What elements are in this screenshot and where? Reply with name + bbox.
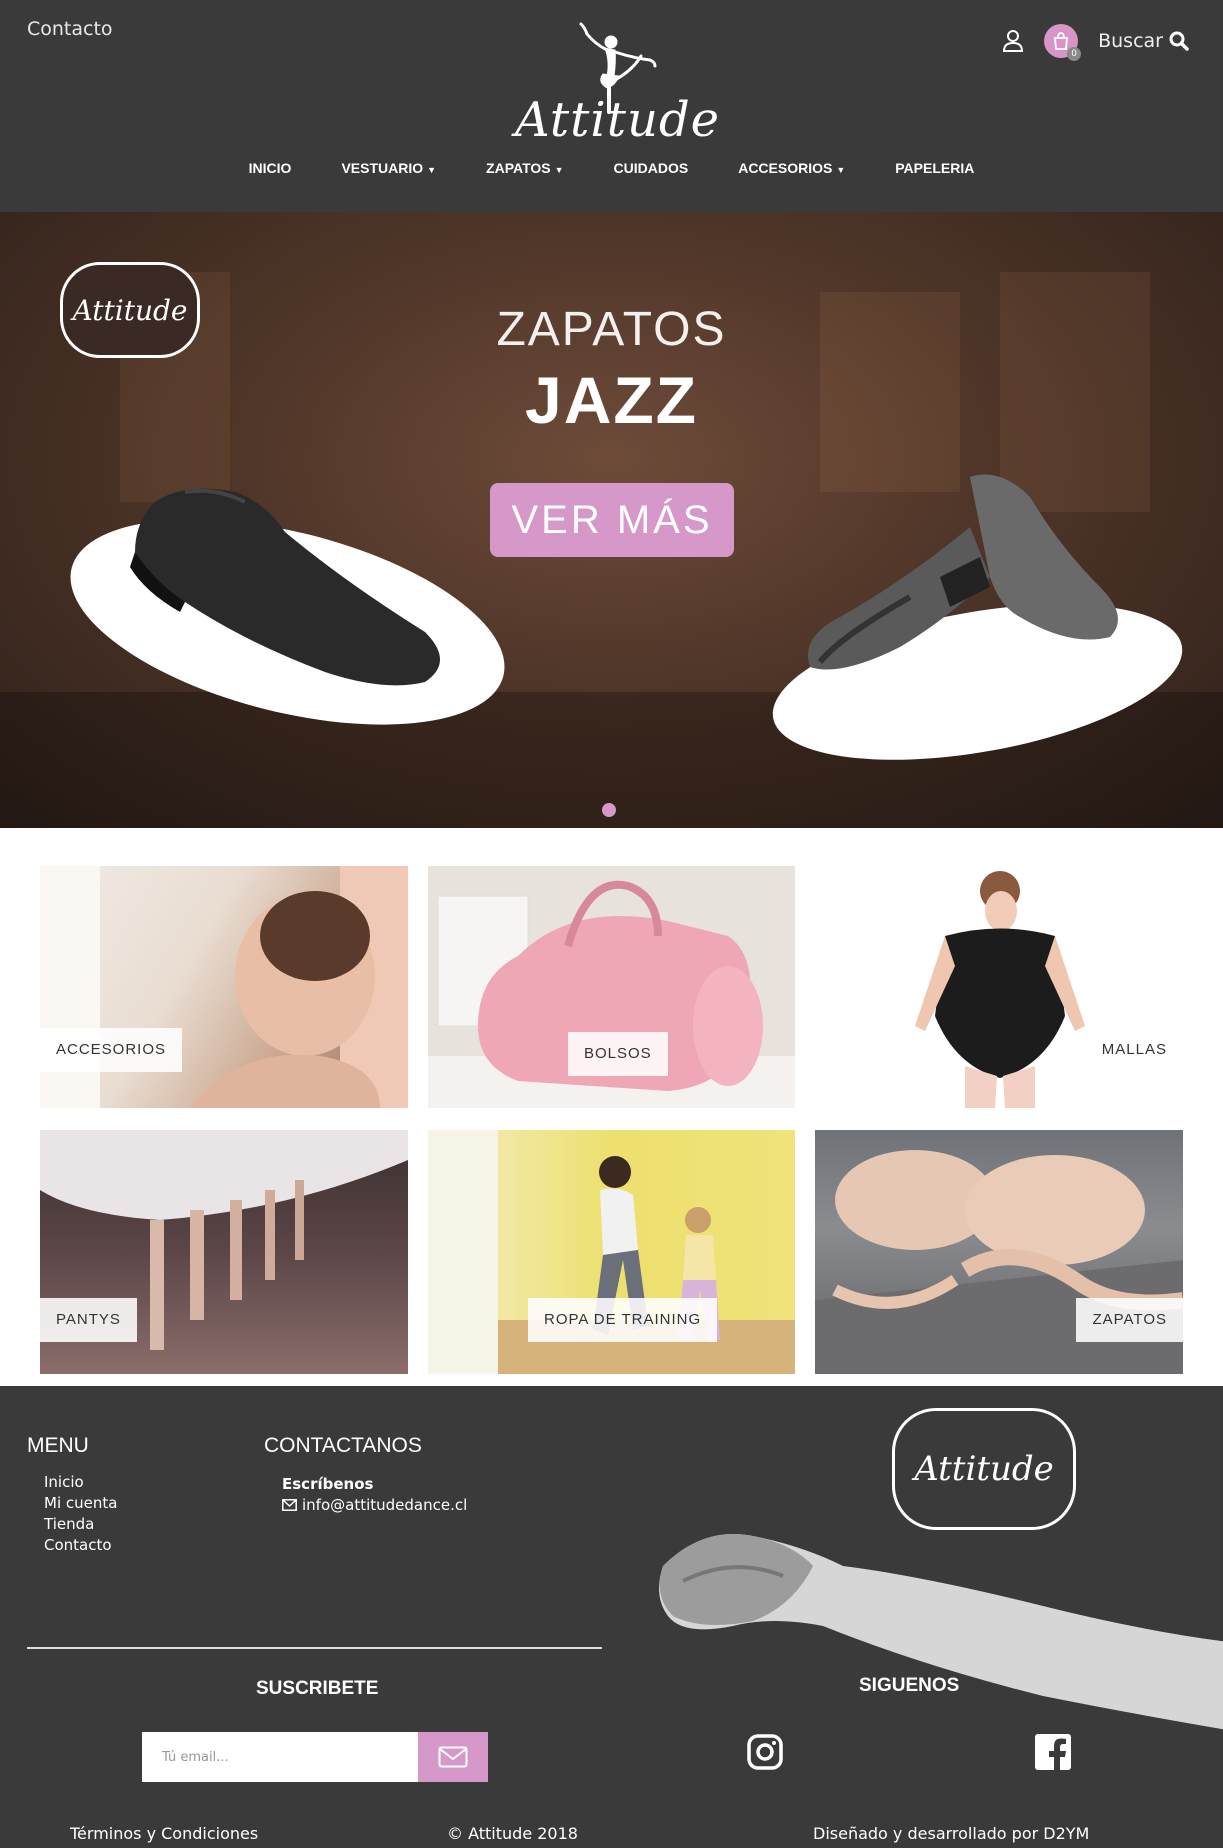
category-label: MALLAS: [1101, 1041, 1167, 1058]
nav-label: PAPELERIA: [895, 160, 975, 176]
category-tile-zapatos[interactable]: ZAPATOS: [815, 1130, 1183, 1374]
caret-down-icon: ▼: [554, 165, 564, 175]
search-button[interactable]: Buscar: [1098, 30, 1189, 52]
contacto-link[interactable]: Contacto: [27, 18, 113, 40]
subscribe-heading: SUSCRIBETE: [256, 1678, 379, 1699]
menu-heading: MENU: [27, 1434, 89, 1457]
category-label: PANTYS: [40, 1298, 137, 1342]
jazz-shoe-left-image: [130, 488, 440, 686]
follow-heading: SIGUENOS: [859, 1675, 960, 1696]
ballet-leg-image: [659, 1534, 1223, 1730]
hero-title-line2: JAZZ: [525, 363, 698, 437]
caret-down-icon: ▼: [427, 165, 437, 175]
category-tile-mallas[interactable]: MALLAS: [815, 866, 1183, 1108]
search-icon: [1169, 31, 1189, 51]
nav-item-vestuario[interactable]: VESTUARIO ▼: [316, 160, 461, 176]
category-label: ZAPATOS: [1076, 1298, 1183, 1342]
footer-logo: Attitude: [892, 1408, 1076, 1530]
main-nav: INICIO VESTUARIO ▼ ZAPATOS ▼ CUIDADOS ACCE…: [0, 160, 1223, 176]
carousel-dot[interactable]: [602, 803, 616, 817]
contact-email-link[interactable]: info@attitudedance.cl: [282, 1496, 467, 1514]
nav-label: CUIDADOS: [613, 160, 689, 176]
site-footer: MENU Inicio Mi cuenta Tienda Contacto CO…: [0, 1386, 1223, 1848]
cart-button[interactable]: 0: [1044, 24, 1082, 61]
jazz-shoe-right-image: [808, 474, 1118, 670]
footer-link-inicio[interactable]: Inicio: [44, 1473, 84, 1491]
category-tile-accesorios[interactable]: ACCESORIOS: [40, 866, 408, 1108]
newsletter-submit-button[interactable]: [418, 1732, 488, 1782]
footer-divider: [27, 1647, 602, 1649]
envelope-icon: [438, 1746, 468, 1768]
search-label: Buscar: [1098, 30, 1163, 52]
contact-email: info@attitudedance.cl: [302, 1496, 468, 1514]
nav-item-papeleria[interactable]: PAPELERIA: [870, 160, 999, 176]
instagram-icon[interactable]: [746, 1733, 784, 1771]
caret-down-icon: ▼: [836, 165, 846, 175]
footer-link-tienda[interactable]: Tienda: [44, 1515, 94, 1533]
hero-banner: Attitude ZAPATOS JAZZ VER MÁS: [0, 212, 1223, 828]
site-header: Contacto Attitude 0 Buscar INICIO VESTUA…: [0, 0, 1223, 212]
credits-link[interactable]: Diseñado y desarrollado por D2YM: [813, 1824, 1089, 1843]
contact-subheading: Escríbenos: [282, 1475, 374, 1493]
nav-label: ACCESORIOS: [738, 160, 833, 176]
site-logo[interactable]: Attitude: [515, 14, 721, 154]
logo-text: Attitude: [515, 92, 721, 148]
ver-mas-button[interactable]: VER MÁS: [490, 483, 734, 557]
cart-count-badge: 0: [1067, 47, 1082, 61]
category-tile-pantys[interactable]: PANTYS: [40, 1130, 408, 1374]
nav-label: INICIO: [248, 160, 292, 176]
hero-title-line1: ZAPATOS: [496, 303, 727, 356]
header-actions: 0 Buscar: [1002, 24, 1189, 61]
nav-label: ZAPATOS: [486, 160, 551, 176]
nav-label: VESTUARIO: [341, 160, 424, 176]
category-label: ROPA DE TRAINING: [528, 1298, 718, 1342]
nav-item-cuidados[interactable]: CUIDADOS: [589, 160, 714, 176]
category-tile-bolsos[interactable]: BOLSOS: [428, 866, 795, 1108]
category-label: ACCESORIOS: [40, 1028, 183, 1072]
footer-link-contacto[interactable]: Contacto: [44, 1536, 112, 1554]
facebook-icon[interactable]: [1034, 1733, 1072, 1771]
footer-logo-text: Attitude: [914, 1449, 1054, 1489]
footer-link-mi-cuenta[interactable]: Mi cuenta: [44, 1494, 117, 1512]
category-grid: ACCESORIOS BOLSOS MALLAS PANTYS ROPA DE …: [0, 828, 1223, 1386]
user-icon[interactable]: [1002, 29, 1024, 53]
contact-heading: CONTACTANOS: [264, 1434, 422, 1457]
nav-item-accesorios[interactable]: ACCESORIOS ▼: [713, 160, 870, 176]
nav-item-inicio[interactable]: INICIO: [224, 160, 317, 176]
envelope-icon: [282, 1499, 297, 1511]
copyright-text: © Attitude 2018: [447, 1824, 578, 1843]
nav-item-zapatos[interactable]: ZAPATOS ▼: [461, 160, 588, 176]
category-tile-ropa-de-training[interactable]: ROPA DE TRAINING: [428, 1130, 795, 1374]
terms-link[interactable]: Términos y Condiciones: [70, 1824, 258, 1843]
newsletter-email-input[interactable]: [142, 1732, 418, 1782]
category-label: BOLSOS: [568, 1032, 668, 1076]
